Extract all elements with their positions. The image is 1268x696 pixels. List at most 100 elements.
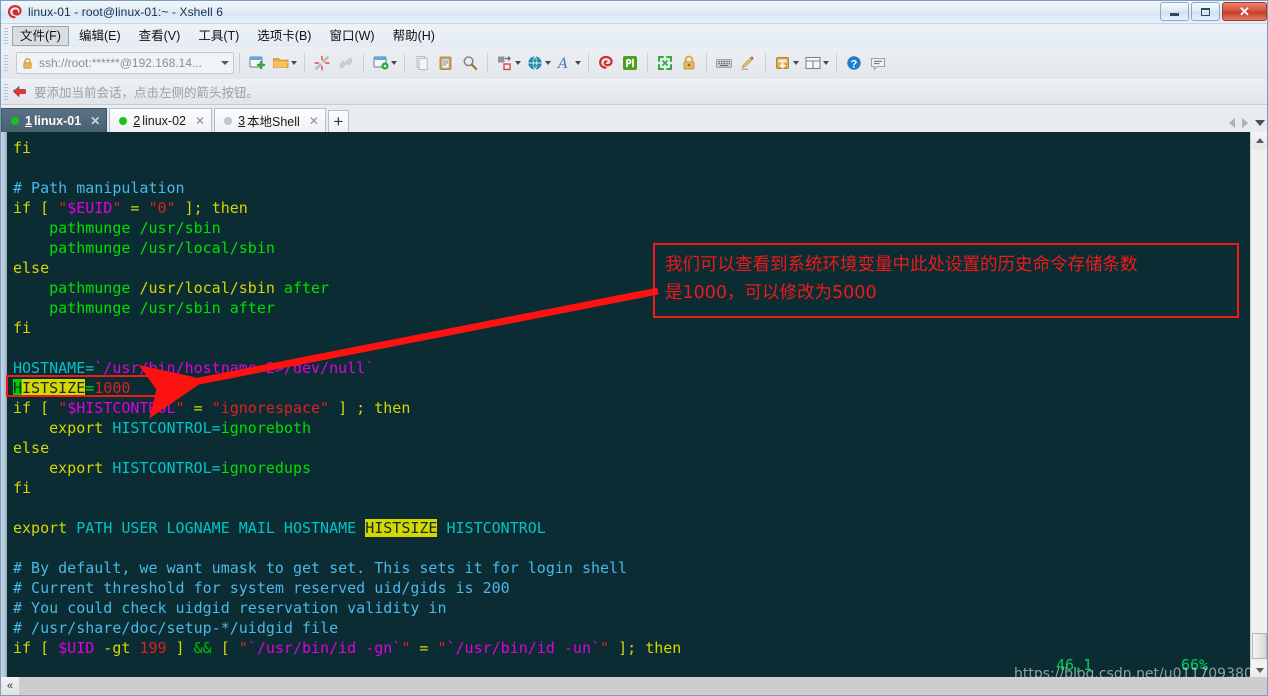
maximize-button[interactable]: [1191, 2, 1220, 21]
terminal-line: # You could check uidgid reservation val…: [13, 598, 446, 618]
xshell-icon[interactable]: [594, 51, 618, 75]
tab-linux-01[interactable]: 1 linux-01 ✕: [1, 108, 108, 132]
terminal-text-span: "0": [148, 199, 176, 217]
terminal-text-span: export: [49, 419, 104, 437]
terminal-text-span: if: [13, 639, 32, 657]
close-icon[interactable]: ✕: [195, 114, 205, 128]
open-folder-icon[interactable]: [269, 51, 293, 75]
terminal-text-span: /usr/sbin: [139, 219, 221, 237]
terminal-text-span: 199: [139, 639, 167, 657]
xftp-icon[interactable]: [618, 51, 642, 75]
horizontal-scrollbar[interactable]: «: [1, 677, 1267, 695]
menu-item-tabs[interactable]: 选项卡(B): [249, 26, 319, 46]
session-properties-icon[interactable]: [369, 51, 393, 75]
compose-pane-icon[interactable]: [736, 51, 760, 75]
new-tab-button[interactable]: +: [327, 110, 349, 132]
help-icon[interactable]: ?: [842, 51, 866, 75]
feedback-icon[interactable]: [866, 51, 890, 75]
terminal-text-span: ignoredups: [220, 459, 312, 477]
terminal-text-span: "ignorespace": [211, 399, 330, 417]
chevron-down-icon[interactable]: [291, 61, 297, 65]
annotation-line-2: 是1000，可以修改为5000: [665, 283, 877, 303]
terminal-text-span: =: [121, 199, 149, 217]
terminal-line: # /usr/share/doc/setup-*/uidgid file: [13, 618, 338, 638]
toolbar-separator: [363, 53, 364, 73]
terminal-text-span: if: [13, 199, 32, 217]
new-session-icon[interactable]: [245, 51, 269, 75]
keyboard-icon[interactable]: [712, 51, 736, 75]
layout-icon[interactable]: [801, 51, 825, 75]
terminal-text-span: ": [175, 399, 185, 417]
terminal-text-span: =: [184, 399, 212, 417]
lock-session-icon[interactable]: [677, 51, 701, 75]
terminal-text-span: # Path manipulation: [13, 179, 185, 197]
tab-label: 本地Shell: [247, 115, 300, 129]
address-input[interactable]: ssh://root:******@192.168.14...: [39, 56, 217, 70]
chevron-down-icon[interactable]: [391, 61, 397, 65]
transfer-file-icon[interactable]: [493, 51, 517, 75]
chevron-down-icon[interactable]: [1255, 120, 1265, 126]
menu-drag-grip[interactable]: [4, 27, 8, 44]
chevron-down-icon[interactable]: [575, 61, 581, 65]
menu-item-edit[interactable]: 编辑(E): [71, 26, 129, 46]
terminal-text-span: [13, 419, 49, 437]
terminal-line: else: [13, 438, 49, 458]
menu-item-help[interactable]: 帮助(H): [385, 26, 443, 46]
terminal-screen[interactable]: fi # Path manipulation if [ "$EUID" = "0" …: [7, 132, 1243, 679]
vertical-scroll-thumb[interactable]: [1252, 633, 1267, 659]
scroll-up-icon[interactable]: [1251, 132, 1267, 149]
fullscreen-icon[interactable]: [653, 51, 677, 75]
toolbar-drag-grip[interactable]: [4, 55, 8, 71]
terminal-text-span: -gt: [94, 639, 140, 657]
close-icon[interactable]: ✕: [309, 114, 319, 128]
terminal-text-span: /usr/sbin: [139, 299, 221, 317]
terminal-text-span: ];: [175, 199, 212, 217]
reconnect-icon[interactable]: [334, 51, 358, 75]
terminal-line: export HISTCONTROL=ignoreboth: [13, 418, 311, 438]
toolbar: ssh://root:******@192.168.14... A ?: [1, 47, 1267, 79]
terminal-text-span: # /usr/share/doc/setup-*/uidgid file: [13, 619, 339, 637]
find-icon[interactable]: [458, 51, 482, 75]
chevron-down-icon[interactable]: [221, 61, 229, 65]
copy-icon[interactable]: [410, 51, 434, 75]
address-bar[interactable]: ssh://root:******@192.168.14...: [16, 52, 234, 74]
menu-item-tools[interactable]: 工具(T): [190, 26, 247, 46]
hintbar-drag-grip[interactable]: [4, 83, 8, 100]
terminal-line: if [ "$EUID" = "0" ]; then: [13, 198, 248, 218]
menu-item-view[interactable]: 查看(V): [131, 26, 189, 46]
red-arrow-icon[interactable]: [12, 85, 27, 98]
terminal-text-span: [: [31, 399, 59, 417]
font-icon[interactable]: A: [553, 51, 577, 75]
terminal-text-span: ": [58, 399, 68, 417]
toolbar-separator: [404, 53, 405, 73]
add-pane-icon[interactable]: [771, 51, 795, 75]
paste-icon[interactable]: [434, 51, 458, 75]
terminal-line: fi: [13, 138, 31, 158]
scroll-left-icon[interactable]: «: [1, 677, 19, 695]
terminal-line: else: [13, 258, 49, 278]
tab-index: 2: [133, 113, 141, 128]
close-button[interactable]: ✕: [1222, 2, 1267, 21]
globe-icon[interactable]: [523, 51, 547, 75]
minimize-button[interactable]: [1160, 2, 1189, 21]
terminal-text-span: if: [13, 399, 32, 417]
menu-item-window[interactable]: 窗口(W): [321, 26, 382, 46]
terminal-line: pathmunge /usr/local/sbin: [13, 238, 275, 258]
chevron-down-icon[interactable]: [545, 61, 551, 65]
terminal-text-span: # You could check uidgid reservation val…: [13, 599, 447, 617]
terminal-text-span: [13, 299, 49, 317]
terminal-text-span: [: [211, 639, 239, 657]
chevron-left-icon[interactable]: [1229, 118, 1235, 128]
vertical-scrollbar[interactable]: [1250, 132, 1267, 679]
chevron-down-icon[interactable]: [515, 61, 521, 65]
chevron-right-icon[interactable]: [1242, 118, 1248, 128]
terminal-line: pathmunge /usr/local/sbin after: [13, 278, 329, 298]
terminal-text-span: [: [31, 199, 59, 217]
tab-linux-02[interactable]: 2 linux-02 ✕: [109, 108, 213, 132]
chevron-down-icon[interactable]: [823, 61, 829, 65]
menu-item-file[interactable]: 文件(F): [12, 25, 69, 46]
chevron-down-icon[interactable]: [793, 61, 799, 65]
disconnect-icon[interactable]: [310, 51, 334, 75]
tab-local-shell[interactable]: 3 本地Shell ✕: [214, 108, 326, 132]
close-icon[interactable]: ✕: [90, 114, 100, 128]
